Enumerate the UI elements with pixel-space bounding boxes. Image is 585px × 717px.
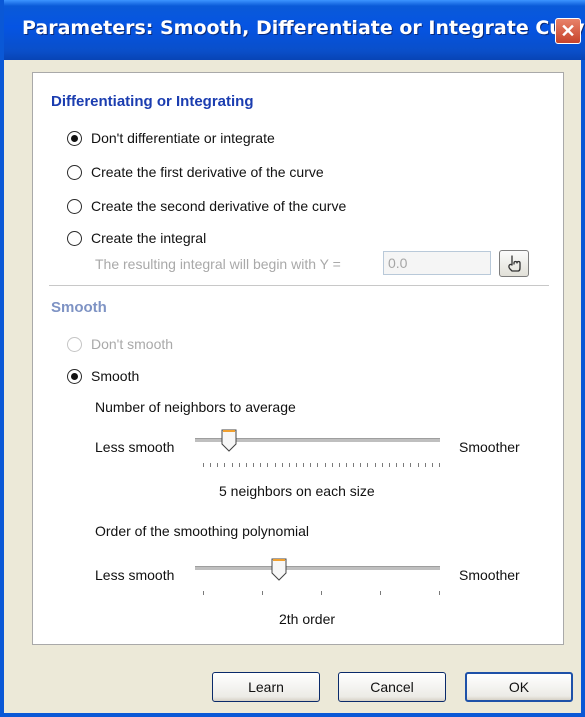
radio-button[interactable] [67,337,82,352]
radio-label: Smooth [91,368,140,384]
window-title: Parameters: Smooth, Differentiate or Int… [22,17,585,39]
slider-tick [321,591,322,595]
slider-tick [260,463,262,467]
options-panel: Differentiating or Integrating Don't dif… [32,72,564,645]
radio-button[interactable] [67,131,82,146]
slider-tick [338,463,340,467]
slider-tick [410,463,412,467]
slider-tick [367,463,369,467]
slider-tick [210,463,212,467]
ok-button[interactable]: OK [465,672,573,702]
slider-tick [396,463,398,467]
section-divider [49,285,549,286]
order-slider-thumb[interactable] [271,558,287,582]
slider-tick [381,463,383,467]
section-title-differentiating: Differentiating or Integrating [51,93,254,110]
radio-button[interactable] [67,165,82,180]
slider-tick [253,463,255,467]
slider-tick [267,463,269,467]
slider-tick [331,463,333,467]
close-button[interactable]: ✕ [555,18,581,44]
slider-tick [245,463,247,467]
slider-tick [431,463,433,467]
neighbors-smoother-label: Smoother [459,439,520,455]
neighbors-less-smooth-label: Less smooth [95,439,175,455]
slider-tick [238,463,240,467]
slider-tick [217,463,219,467]
slider-tick [353,463,355,467]
radio-label: Create the integral [91,230,207,246]
slider-tick [303,463,305,467]
slider-tick [324,463,326,467]
slider-tick [380,591,381,595]
learn-button[interactable]: Learn [212,672,320,702]
neighbors-value-text: 5 neighbors on each size [219,483,375,499]
slider-tick [403,463,405,467]
radio-button[interactable] [67,231,82,246]
order-value-text: 2th order [279,611,336,627]
slider-tick [388,463,390,467]
slider-tick [274,463,276,467]
section-title-smooth: Smooth [51,299,107,316]
slider-tick [346,463,348,467]
slider-tick [310,463,312,467]
neighbors-label: Number of neighbors to average [95,399,296,415]
radio-label: Create the second derivative of the curv… [91,198,347,214]
slider-tick [224,463,226,467]
cancel-button[interactable]: Cancel [338,672,446,702]
slider-tick [424,463,426,467]
close-icon: ✕ [560,21,576,41]
radio-button[interactable] [67,199,82,214]
order-less-smooth-label: Less smooth [95,567,175,583]
radio-label: Don't smooth [91,336,174,352]
slider-tick [262,591,263,595]
slider-tick [203,463,204,467]
slider-tick [295,463,297,467]
slider-tick [360,463,362,467]
slider-tick [288,463,290,467]
radio-label: Create the first derivative of the curve [91,164,324,180]
order-slider-track[interactable] [195,566,440,571]
integral-start-label: The resulting integral will begin with Y… [95,256,341,272]
slider-tick [374,463,376,467]
radio-label: Don't differentiate or integrate [91,130,275,146]
dialog-window: Parameters: Smooth, Differentiate or Int… [0,0,585,717]
slider-tick [281,463,283,467]
slider-tick [203,591,204,595]
slider-tick [231,463,233,467]
neighbors-slider-thumb[interactable] [221,429,237,453]
pick-value-button[interactable] [499,250,529,277]
integral-start-input[interactable] [383,251,491,275]
slider-tick [439,591,440,595]
slider-tick [417,463,419,467]
pointer-hand-icon [508,255,521,272]
order-smoother-label: Smoother [459,567,520,583]
title-bar[interactable]: Parameters: Smooth, Differentiate or Int… [4,0,585,60]
order-label: Order of the smoothing polynomial [95,523,309,539]
slider-tick [317,463,319,467]
radio-button[interactable] [67,369,82,384]
slider-tick [439,463,440,467]
